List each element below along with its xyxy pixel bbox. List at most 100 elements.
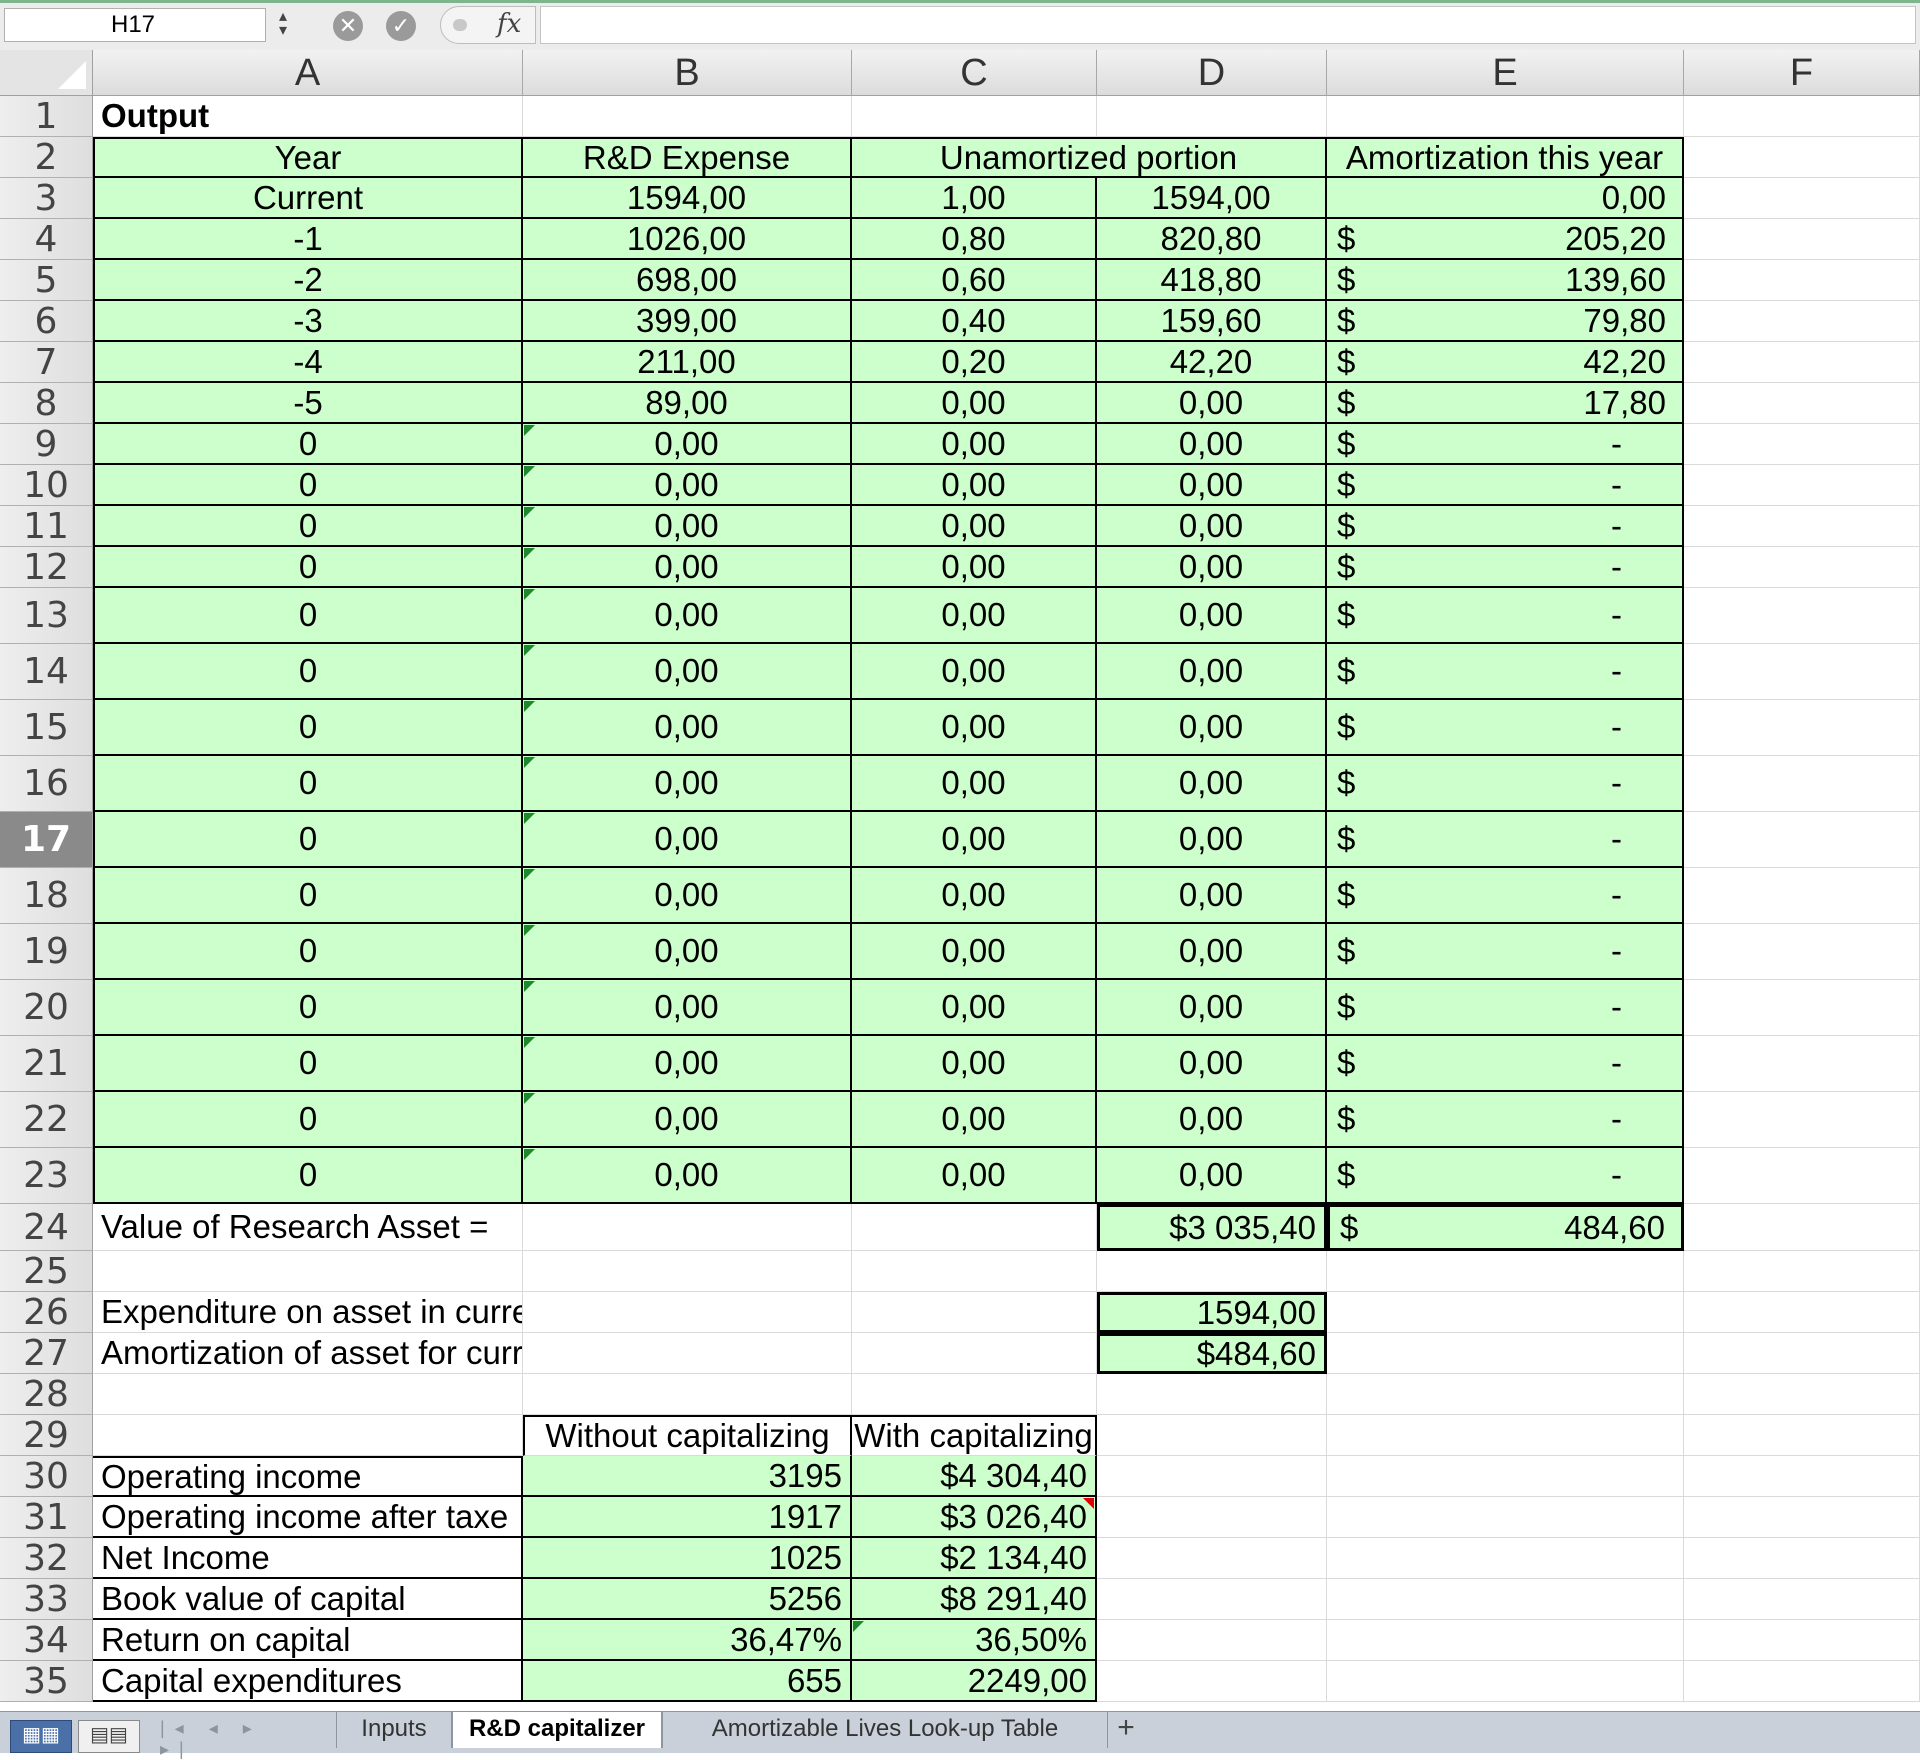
row-header-23[interactable]: 23 [0, 1148, 93, 1204]
rd-expense-cell[interactable]: 0,00 [523, 644, 852, 700]
row-header-29[interactable]: 29 [0, 1415, 93, 1456]
amortization-fraction-cell[interactable]: 0,40 [852, 301, 1097, 342]
row-header-19[interactable]: 19 [0, 924, 93, 980]
rd-expense-cell[interactable]: 0,00 [523, 424, 852, 465]
empty-cell[interactable] [1327, 1620, 1684, 1661]
rd-expense-cell[interactable]: 0,00 [523, 868, 852, 924]
year-cell[interactable]: -4 [93, 342, 523, 383]
name-box[interactable]: H17 [4, 8, 266, 42]
row-header-28[interactable]: 28 [0, 1374, 93, 1415]
rd-expense-cell[interactable]: 0,00 [523, 1148, 852, 1204]
row-header-15[interactable]: 15 [0, 700, 93, 756]
rd-expense-cell[interactable]: 698,00 [523, 260, 852, 301]
amortization-fraction-cell[interactable]: 0,00 [852, 1092, 1097, 1148]
with-capitalizing-value[interactable]: $2 134,40 [852, 1538, 1097, 1579]
unamortized-value-cell[interactable]: 0,00 [1097, 465, 1327, 506]
rd-expense-cell[interactable]: 0,00 [523, 924, 852, 980]
empty-cell[interactable] [1097, 1374, 1327, 1415]
rd-expense-cell[interactable]: 0,00 [523, 547, 852, 588]
empty-cell[interactable] [1327, 1415, 1684, 1456]
empty-cell[interactable] [1327, 1497, 1684, 1538]
year-cell[interactable]: 0 [93, 465, 523, 506]
rd-expense-cell[interactable]: 0,00 [523, 588, 852, 644]
empty-cell[interactable] [523, 1292, 852, 1333]
comparison-label[interactable]: Return on capital [93, 1620, 523, 1661]
amortization-fraction-cell[interactable]: 0,00 [852, 700, 1097, 756]
column-header-c[interactable]: C [852, 50, 1097, 96]
row-header-17[interactable]: 17 [0, 812, 93, 868]
empty-cell[interactable] [1684, 547, 1920, 588]
unamortized-value-cell[interactable]: 0,00 [1097, 980, 1327, 1036]
row-header-21[interactable]: 21 [0, 1036, 93, 1092]
empty-cell[interactable] [1684, 1497, 1920, 1538]
unamortized-value-cell[interactable]: 1594,00 [1097, 178, 1327, 219]
add-sheet-button[interactable]: + [1108, 1712, 1144, 1746]
expenditure-label[interactable]: Expenditure on asset in current year = [93, 1292, 523, 1333]
amortization-fraction-cell[interactable]: 0,00 [852, 588, 1097, 644]
amortization-cell[interactable]: $205,20 [1327, 219, 1684, 260]
row-header-35[interactable]: 35 [0, 1661, 93, 1702]
empty-cell[interactable] [1097, 1538, 1327, 1579]
name-box-stepper-icon[interactable]: ▴ ▾ [272, 9, 294, 42]
unamortized-value-cell[interactable]: 0,00 [1097, 756, 1327, 812]
empty-cell[interactable] [1684, 96, 1920, 137]
sheet-tab[interactable]: Inputs [336, 1712, 452, 1748]
amortization-fraction-cell[interactable]: 0,00 [852, 980, 1097, 1036]
checkmark-icon[interactable]: ✓ [386, 11, 416, 41]
header-rd-expense[interactable]: R&D Expense [523, 137, 852, 178]
empty-cell[interactable] [523, 1251, 852, 1292]
amortization-cell[interactable]: $79,80 [1327, 301, 1684, 342]
amortization-cell[interactable]: $ - [1327, 506, 1684, 547]
research-asset-amortization-total[interactable]: $484,60 [1327, 1204, 1684, 1251]
row-header-10[interactable]: 10 [0, 465, 93, 506]
empty-cell[interactable] [1684, 465, 1920, 506]
year-cell[interactable]: 0 [93, 1036, 523, 1092]
row-header-5[interactable]: 5 [0, 260, 93, 301]
empty-cell[interactable] [852, 96, 1097, 137]
amortization-fraction-cell[interactable]: 0,00 [852, 924, 1097, 980]
empty-cell[interactable] [1097, 1620, 1327, 1661]
row-header-6[interactable]: 6 [0, 301, 93, 342]
year-cell[interactable]: Current [93, 178, 523, 219]
rd-expense-cell[interactable]: 399,00 [523, 301, 852, 342]
year-cell[interactable]: -5 [93, 383, 523, 424]
unamortized-value-cell[interactable]: 0,00 [1097, 506, 1327, 547]
rd-expense-cell[interactable]: 89,00 [523, 383, 852, 424]
row-header-18[interactable]: 18 [0, 868, 93, 924]
row-header-9[interactable]: 9 [0, 424, 93, 465]
unamortized-value-cell[interactable]: 0,00 [1097, 1036, 1327, 1092]
empty-cell[interactable] [1684, 301, 1920, 342]
unamortized-value-cell[interactable]: 0,00 [1097, 588, 1327, 644]
with-capitalizing-value[interactable]: 2249,00 [852, 1661, 1097, 1702]
cancel-icon[interactable]: ✕ [333, 11, 363, 41]
empty-cell[interactable] [1327, 1292, 1684, 1333]
row-header-13[interactable]: 13 [0, 588, 93, 644]
row-header-26[interactable]: 26 [0, 1292, 93, 1333]
amortization-fraction-cell[interactable]: 0,00 [852, 383, 1097, 424]
empty-cell[interactable] [1327, 1374, 1684, 1415]
output-title[interactable]: Output [93, 96, 523, 137]
header-without-capitalizing[interactable]: Without capitalizing [523, 1415, 852, 1456]
empty-cell[interactable] [1097, 1579, 1327, 1620]
year-cell[interactable]: 0 [93, 644, 523, 700]
unamortized-value-cell[interactable]: 418,80 [1097, 260, 1327, 301]
comparison-label[interactable]: Net Income [93, 1538, 523, 1579]
without-capitalizing-value[interactable]: 3195 [523, 1456, 852, 1497]
empty-cell[interactable] [1327, 1333, 1684, 1374]
empty-cell[interactable] [93, 1415, 523, 1456]
research-asset-value[interactable]: $3 035,40 [1097, 1204, 1327, 1251]
amortization-cell[interactable]: $ - [1327, 547, 1684, 588]
row-header-2[interactable]: 2 [0, 137, 93, 178]
column-header-f[interactable]: F [1684, 50, 1920, 96]
unamortized-value-cell[interactable]: 0,00 [1097, 1092, 1327, 1148]
unamortized-value-cell[interactable]: 159,60 [1097, 301, 1327, 342]
empty-cell[interactable] [1327, 1251, 1684, 1292]
with-capitalizing-value[interactable]: $3 026,40 [852, 1497, 1097, 1538]
without-capitalizing-value[interactable]: 1917 [523, 1497, 852, 1538]
without-capitalizing-value[interactable]: 1025 [523, 1538, 852, 1579]
empty-cell[interactable] [1684, 812, 1920, 868]
amortization-fraction-cell[interactable]: 0,00 [852, 424, 1097, 465]
amortization-cell[interactable]: $ - [1327, 980, 1684, 1036]
empty-cell[interactable] [852, 1204, 1097, 1251]
empty-cell[interactable] [1097, 1661, 1327, 1702]
